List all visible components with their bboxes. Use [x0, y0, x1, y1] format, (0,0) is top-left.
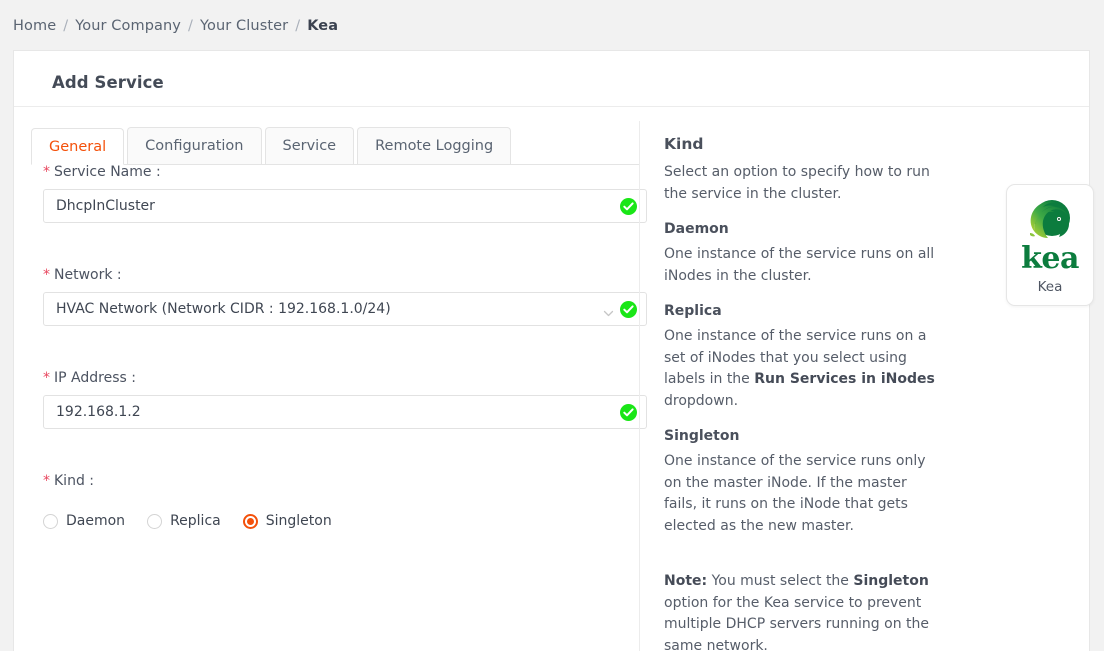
help-note: Note: You must select the Singleton opti… [664, 571, 942, 651]
kea-parrot-logo-icon [1025, 197, 1075, 247]
card-header [14, 51, 1089, 107]
network-select[interactable]: HVAC Network (Network CIDR : 192.168.1.0… [43, 292, 647, 326]
help-intro: Select an option to specify how to run t… [664, 164, 930, 202]
kind-label-text: Kind : [54, 473, 94, 489]
service-name-input[interactable]: DhcpInCluster [43, 189, 647, 223]
help-singleton-text: One instance of the service runs only on… [664, 453, 926, 534]
check-circle-icon [620, 404, 637, 421]
page-title: Add Service [52, 73, 164, 92]
radio-singleton[interactable]: Singleton [242, 513, 332, 529]
help-replica-text: One instance of the service runs on a se… [664, 326, 942, 412]
network-label-text: Network : [54, 267, 122, 283]
help-title: Kind [664, 135, 704, 153]
radio-singleton-label: Singleton [265, 513, 332, 529]
required-asterisk: * [43, 267, 50, 283]
service-name-label-text: Service Name : [54, 164, 161, 180]
radio-daemon[interactable]: Daemon [43, 513, 125, 529]
check-circle-icon [620, 198, 637, 215]
help-daemon-heading: Daemon [664, 221, 729, 237]
breadcrumb-item-your-cluster[interactable]: Your Cluster [200, 18, 288, 34]
help-daemon-text: One instance of the service runs on all … [664, 246, 935, 284]
general-form: *Service Name : DhcpInCluster *Network [14, 164, 647, 651]
network-value: HVAC Network (Network CIDR : 192.168.1.0… [56, 301, 391, 317]
kea-wordmark: kea [1021, 241, 1079, 276]
help-replica-heading: Replica [664, 303, 722, 319]
add-service-card: Add Service General Configuration Servic… [13, 50, 1094, 651]
tab-general[interactable]: General [31, 128, 125, 165]
help-pane: Kind Select an option to specify how to … [640, 107, 1094, 651]
field-ip-address: * IP Address : 192.168.1.2 [43, 370, 647, 429]
service-logo-card: kea Kea [1006, 184, 1094, 306]
service-logo-caption: Kea [1037, 279, 1063, 295]
help-replica-bold: Run Services in iNodes [754, 371, 935, 387]
help-note-label: Note: [664, 573, 708, 589]
radio-circle-icon [43, 513, 58, 529]
required-asterisk: * [43, 473, 50, 489]
tab-bar: General Configuration Service Remote Log… [31, 126, 639, 165]
radio-circle-selected-icon [242, 513, 258, 529]
required-asterisk: * [43, 370, 50, 386]
tab-service[interactable]: Service [264, 127, 355, 164]
tab-remote-logging[interactable]: Remote Logging [357, 127, 512, 164]
help-note-bold: Singleton [853, 573, 929, 589]
radio-replica[interactable]: Replica [147, 513, 221, 529]
breadcrumb-item-home[interactable]: Home [13, 18, 56, 34]
breadcrumb-item-kea: Kea [307, 18, 339, 34]
tab-configuration[interactable]: Configuration [127, 127, 262, 164]
help-singleton-heading: Singleton [664, 428, 740, 444]
field-network: * Network : HVAC Network (Network CIDR : … [43, 267, 647, 326]
service-name-value: DhcpInCluster [56, 198, 155, 214]
check-circle-icon [620, 301, 637, 318]
required-asterisk: * [43, 164, 50, 180]
help-content: Kind Select an option to specify how to … [664, 135, 942, 651]
chevron-down-icon[interactable] [603, 304, 614, 317]
ip-address-input[interactable]: 192.168.1.2 [43, 395, 647, 429]
field-service-name: * Service Name : DhcpInCluster [43, 164, 647, 223]
breadcrumb-separator: / [63, 18, 69, 34]
kind-label: * Kind : [43, 473, 647, 489]
ip-address-value: 192.168.1.2 [56, 404, 141, 420]
network-label: * Network : [43, 267, 647, 283]
ip-address-label: * IP Address : [43, 370, 647, 386]
form-pane: General Configuration Service Remote Log… [14, 107, 647, 651]
help-replica-text-after: dropdown. [664, 392, 739, 409]
help-note-after: option for the Kea service to prevent mu… [664, 594, 929, 651]
breadcrumb-separator: / [187, 18, 193, 34]
radio-daemon-label: Daemon [66, 513, 126, 529]
card-body: General Configuration Service Remote Log… [14, 107, 1094, 651]
ip-address-label-text: IP Address : [54, 370, 136, 386]
kind-radio-group: Daemon Replica Singleton [43, 513, 354, 529]
service-name-label: * Service Name : [43, 164, 647, 180]
breadcrumb-item-your-company[interactable]: Your Company [75, 18, 181, 34]
breadcrumb-separator: / [295, 18, 301, 34]
add-service-page: Home / Your Company / Your Cluster / Kea Add S… [0, 0, 1104, 651]
breadcrumb: Home / Your Company / Your Cluster / Kea [13, 18, 338, 34]
radio-replica-label: Replica [170, 513, 221, 529]
help-note-before: You must select the [707, 573, 854, 589]
radio-circle-icon [147, 513, 163, 529]
